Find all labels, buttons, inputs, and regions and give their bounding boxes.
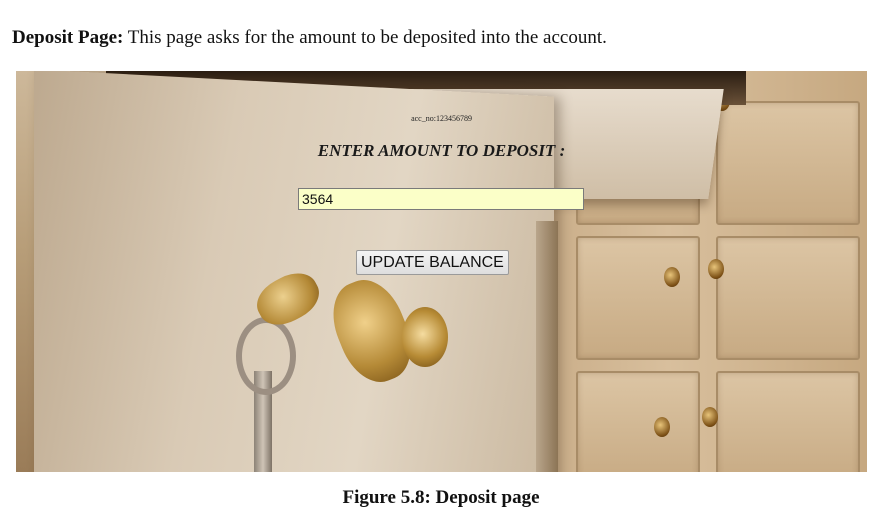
locker-door xyxy=(716,236,860,360)
caption-label: Deposit Page: xyxy=(12,27,124,48)
figure-caption: Figure 5.8: Deposit page xyxy=(342,487,540,508)
locker-knob-icon xyxy=(654,417,670,437)
locker-knob-icon xyxy=(708,259,724,279)
locker-knob-icon xyxy=(664,267,680,287)
locker-knob-icon xyxy=(702,407,718,427)
locker-door xyxy=(716,371,860,472)
account-number: acc_no:123456789 xyxy=(411,114,472,123)
document-caption: Deposit Page: This page asks for the amo… xyxy=(12,27,607,49)
update-balance-button[interactable]: UPDATE BALANCE xyxy=(356,250,509,275)
lock-icon xyxy=(402,307,448,367)
amount-input[interactable] xyxy=(298,188,584,210)
key-ring-icon xyxy=(236,317,296,395)
caption-text: This page asks for the amount to be depo… xyxy=(123,27,607,48)
vault-door-edge xyxy=(536,221,558,472)
deposit-heading: ENTER AMOUNT TO DEPOSIT : xyxy=(317,141,566,160)
deposit-screenshot: acc_no:123456789 ENTER AMOUNT TO DEPOSIT… xyxy=(16,71,867,472)
locker-door xyxy=(576,371,700,472)
locker-door xyxy=(576,236,700,360)
